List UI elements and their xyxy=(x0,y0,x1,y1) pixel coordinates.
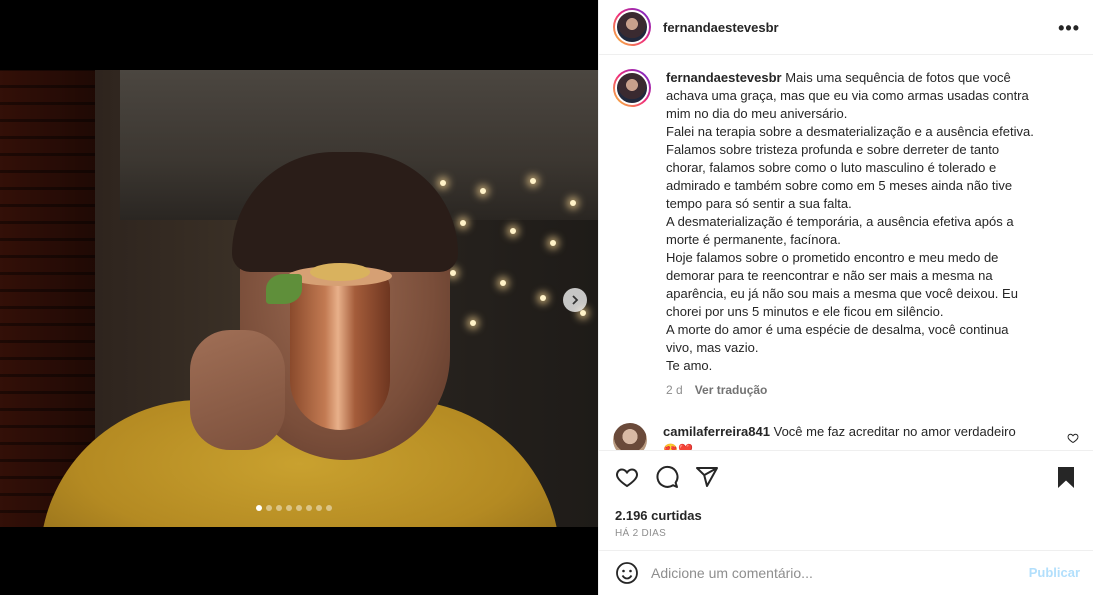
post-header: fernandaestevesbr ••• xyxy=(599,0,1093,55)
add-comment-bar: Publicar xyxy=(599,550,1093,595)
caption-line: Falamos sobre tristeza profunda e sobre … xyxy=(666,142,1013,211)
carousel-dot xyxy=(316,505,322,511)
bookmark-icon[interactable] xyxy=(1054,465,1078,489)
like-comment-icon[interactable] xyxy=(1067,432,1079,444)
carousel-dot xyxy=(296,505,302,511)
post-actions: 2.196 curtidas HÁ 2 DIAS xyxy=(599,450,1093,550)
carousel-next-button[interactable] xyxy=(563,288,587,312)
avatar[interactable] xyxy=(613,69,651,107)
caption: fernandaestevesbr Mais uma sequência de … xyxy=(613,69,1083,399)
carousel-dot xyxy=(306,505,312,511)
post-dialog: fernandaestevesbr ••• fernandaestevesbr … xyxy=(0,0,1093,595)
comments-list[interactable]: fernandaestevesbr Mais uma sequência de … xyxy=(599,55,1093,450)
comment-item: camilaferreira841 Você me faz acreditar … xyxy=(613,423,1083,450)
caption-line: A desmaterialização é temporária, a ausê… xyxy=(666,214,1014,247)
post-date[interactable]: HÁ 2 DIAS xyxy=(615,528,666,539)
post-username[interactable]: fernandaestevesbr xyxy=(663,20,779,35)
caption-line: Falei na terapia sobre a desmaterializaç… xyxy=(666,124,1034,139)
comment-emojis: 😍❤️ xyxy=(663,443,693,450)
comment-text: Você me faz acreditar no amor verdadeiro xyxy=(773,424,1016,439)
translate-link[interactable]: Ver tradução xyxy=(695,383,768,397)
avatar[interactable] xyxy=(613,8,651,46)
chevron-right-icon xyxy=(572,295,579,305)
emoji-icon[interactable] xyxy=(615,561,639,585)
comment-input[interactable] xyxy=(651,565,1011,581)
caption-line: Te amo. xyxy=(666,358,713,373)
carousel-dot xyxy=(326,505,332,511)
ellipsis-icon[interactable]: ••• xyxy=(1058,18,1080,39)
media-pane xyxy=(0,0,598,595)
post-side-panel: fernandaestevesbr ••• fernandaestevesbr … xyxy=(598,0,1093,595)
caption-time[interactable]: 2 d xyxy=(666,383,683,397)
likes-count[interactable]: 2.196 curtidas xyxy=(615,508,702,523)
carousel-dot xyxy=(276,505,282,511)
carousel-indicator xyxy=(256,505,332,511)
publish-button[interactable]: Publicar xyxy=(1029,565,1080,580)
caption-line: Hoje falamos sobre o prometido encontro … xyxy=(666,250,1018,319)
carousel-dot xyxy=(266,505,272,511)
caption-username[interactable]: fernandaestevesbr xyxy=(666,70,782,85)
caption-line: A morte do amor é uma espécie de desalma… xyxy=(666,322,1009,355)
comment-icon[interactable] xyxy=(655,465,679,489)
heart-icon[interactable] xyxy=(615,465,639,489)
carousel-dot xyxy=(256,505,262,511)
share-icon[interactable] xyxy=(695,465,719,489)
avatar[interactable] xyxy=(613,423,647,450)
comment-username[interactable]: camilaferreira841 xyxy=(663,424,770,439)
carousel-dot xyxy=(286,505,292,511)
post-photo xyxy=(0,70,598,527)
